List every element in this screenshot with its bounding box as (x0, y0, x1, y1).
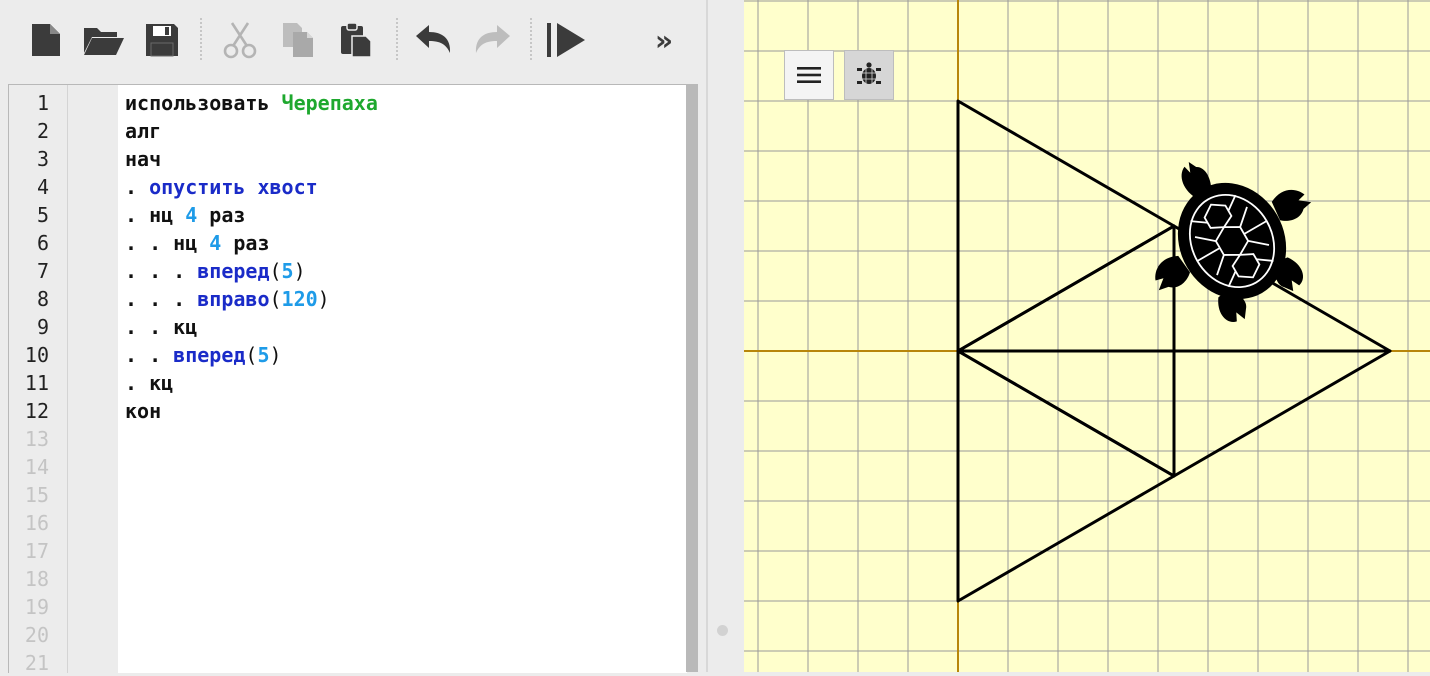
menu-button[interactable] (784, 50, 834, 100)
line-number: 15 (24, 483, 49, 507)
code-line: . нц 4 раз (125, 203, 246, 227)
line-number: 4 (36, 175, 49, 199)
cut-icon (223, 22, 257, 59)
line-number: 18 (24, 567, 49, 591)
run-icon (547, 23, 585, 57)
turtle-drawing-area (744, 0, 1430, 672)
toolbar-separator (200, 18, 202, 60)
editor-scrollbar[interactable] (686, 84, 698, 672)
line-number: 20 (24, 623, 49, 647)
code-line: . . нц 4 раз (125, 231, 270, 255)
copy-button[interactable] (276, 18, 320, 62)
open-folder-button[interactable] (82, 18, 126, 62)
line-number: 16 (24, 511, 49, 535)
line-number: 2 (36, 119, 49, 143)
line-number: 6 (36, 231, 49, 255)
line-number: 1 (36, 91, 49, 115)
splitter-line (706, 0, 708, 672)
code-editor[interactable]: 1 2 3 4 5 6 7 8 9 10 11 12 13 14 15 16 1… (8, 84, 687, 673)
new-file-icon (32, 24, 60, 56)
pane-splitter[interactable] (706, 0, 744, 672)
line-number: 14 (24, 455, 49, 479)
open-folder-icon (84, 28, 124, 55)
line-number: 5 (36, 203, 49, 227)
margin-gutter (68, 85, 118, 673)
turtle-canvas[interactable] (744, 0, 1430, 672)
turtle-icon (857, 62, 881, 84)
run-button[interactable] (544, 18, 588, 62)
line-number: 12 (24, 399, 49, 423)
line-number: 21 (24, 651, 49, 673)
save-button[interactable] (140, 18, 184, 62)
line-number: 10 (24, 343, 49, 367)
line-number: 8 (36, 287, 49, 311)
more-icon: » (654, 23, 674, 57)
editor-pane: » 1 2 3 4 5 6 7 8 9 10 11 12 13 14 15 16… (0, 0, 706, 673)
code-line: использовать Черепаха (125, 91, 378, 115)
copy-icon (283, 23, 313, 57)
line-number: 9 (36, 315, 49, 339)
toolbar-separator (396, 18, 398, 60)
code-line: алг (125, 119, 162, 143)
code-line: нач (125, 147, 162, 171)
paste-icon (341, 22, 372, 58)
redo-button[interactable] (470, 18, 514, 62)
code-line: . . . вперед(5) (125, 259, 306, 283)
undo-button[interactable] (412, 18, 456, 62)
toolbar: » (0, 0, 706, 82)
turtle-toggle-button[interactable] (844, 50, 894, 100)
code-line: . опустить хвост (125, 175, 318, 199)
line-number: 3 (36, 147, 49, 171)
code-line: . . . вправо(120) (125, 287, 330, 311)
code-line: . . кц (125, 315, 198, 339)
more-button[interactable]: » (642, 18, 686, 62)
code-line: кон (125, 399, 162, 423)
code-line: . . вперед(5) (125, 343, 282, 367)
line-number: 11 (24, 371, 49, 395)
line-number: 19 (24, 595, 49, 619)
line-number: 7 (36, 259, 49, 283)
undo-icon (416, 25, 451, 53)
menu-icon (797, 67, 821, 83)
cut-button[interactable] (218, 18, 262, 62)
redo-icon (475, 25, 510, 53)
splitter-handle[interactable] (717, 625, 728, 636)
paste-button[interactable] (334, 18, 378, 62)
new-file-button[interactable] (24, 18, 68, 62)
toolbar-separator (530, 18, 532, 60)
line-number: 13 (24, 427, 49, 451)
line-number: 17 (24, 539, 49, 563)
save-icon (146, 24, 178, 57)
code-line: . кц (125, 371, 174, 395)
